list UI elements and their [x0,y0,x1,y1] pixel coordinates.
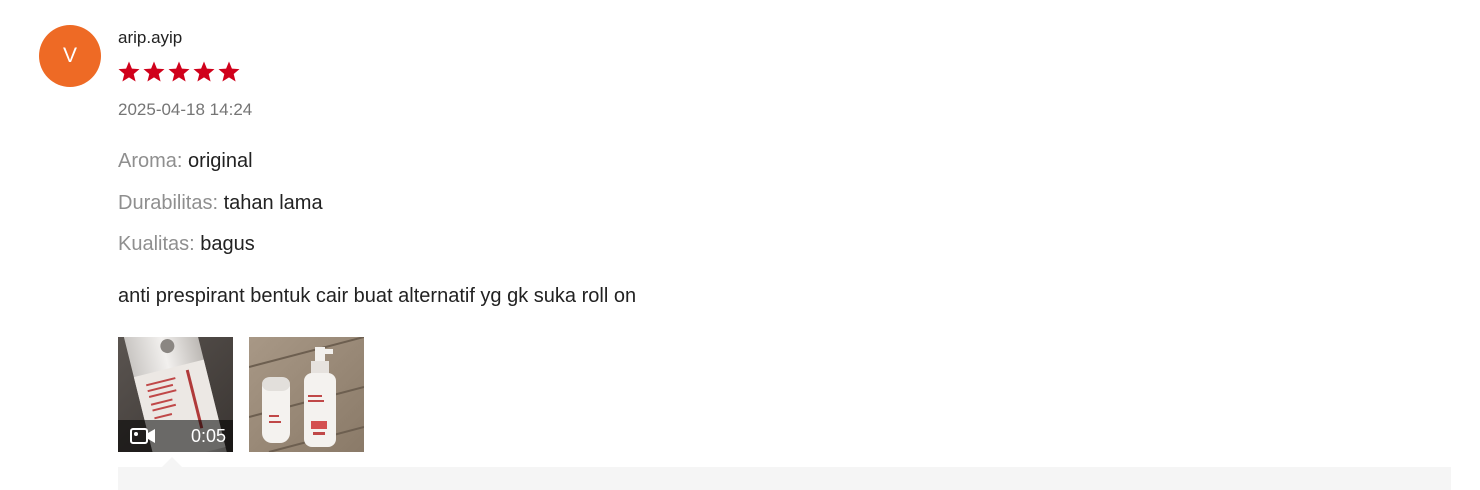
attribute-value: bagus [200,233,255,255]
video-overlay: 0:05 [118,420,233,452]
video-duration: 0:05 [190,426,226,446]
avatar-initial: V [62,44,77,67]
avatar[interactable]: V [39,25,101,87]
star-icon [117,60,141,84]
media-preview-panel [118,467,1451,490]
review-datetime: 2025-04-18 14:24 [118,100,253,119]
review-comment: anti prespirant bentuk cair buat alterna… [118,285,637,307]
star-icon [167,60,191,84]
attribute-aroma: Aroma: original [118,150,253,173]
attribute-label: Durabilitas: [118,192,219,214]
attribute-label: Kualitas: [118,233,195,255]
star-rating [117,60,241,84]
attribute-value: original [188,150,253,172]
star-icon [142,60,166,84]
media-thumbnail-image[interactable] [249,337,364,452]
product-photo-image [249,337,364,452]
attribute-kualitas: Kualitas: bagus [118,233,255,256]
attribute-durabilitas: Durabilitas: tahan lama [118,192,323,215]
star-icon [192,60,216,84]
video-camera-icon [130,428,155,444]
star-icon [217,60,241,84]
attribute-label: Aroma: [118,150,183,172]
media-thumbnail-video[interactable]: 0:05 [118,337,233,452]
attribute-value: tahan lama [223,192,323,214]
preview-caret [162,457,182,467]
reviewer-username[interactable]: arip.ayip [118,28,182,48]
product-review: V arip.ayip 2025-04-18 14:24 Aroma: orig… [0,0,1480,490]
